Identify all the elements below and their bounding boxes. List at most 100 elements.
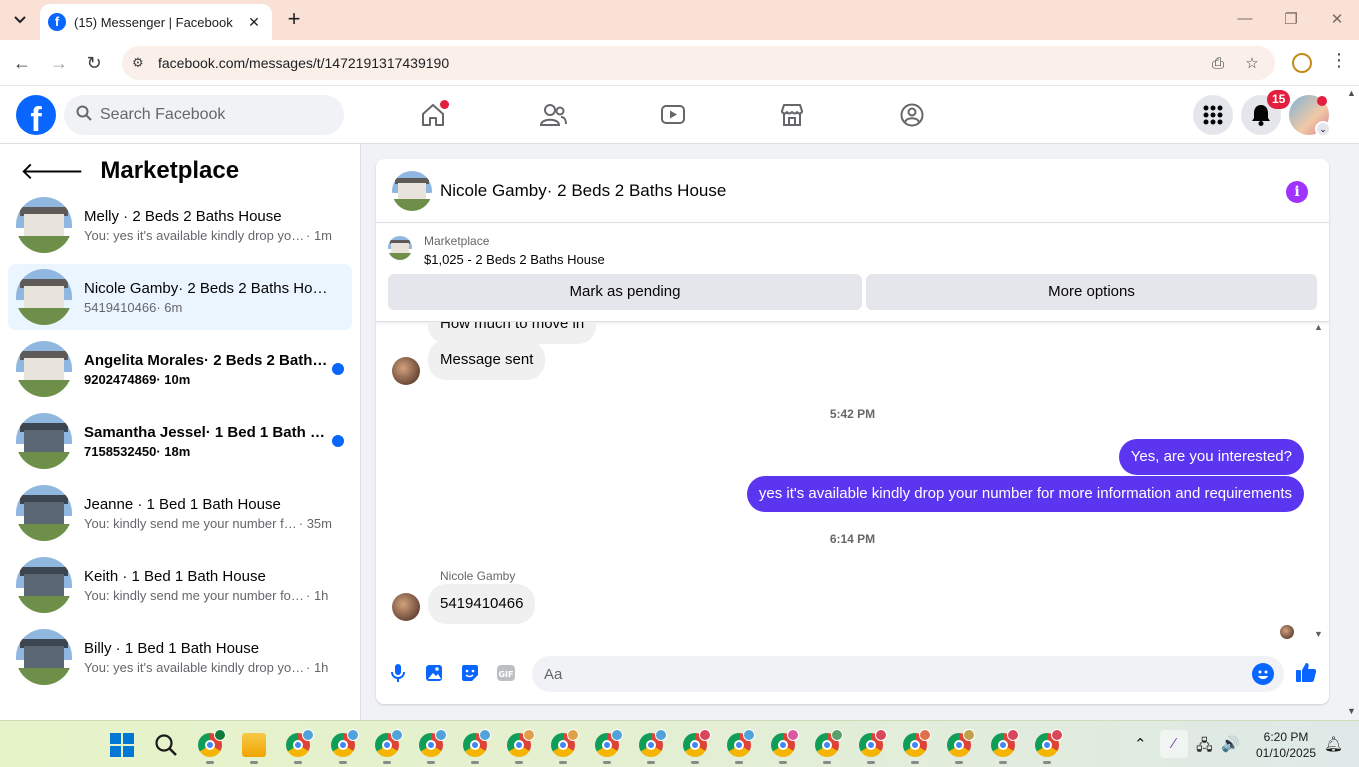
conversation-item[interactable]: Billy · 1 Bed 1 Bath House You: yes it's … [8,624,352,690]
search-icon [76,105,92,126]
chrome-icon[interactable] [859,729,887,757]
account-chevron-icon[interactable]: ⌄ [1315,121,1331,137]
close-window-button[interactable]: ✕ [1327,10,1347,28]
chrome-icon[interactable] [639,729,667,757]
message-input[interactable] [544,665,1224,683]
microphone-icon [391,664,405,682]
conversation-text: Billy · 1 Bed 1 Bath House You: yes it's … [84,640,332,675]
back-button[interactable]: ← [11,52,33,74]
preview-text: You: kindly send me your number for ... [84,587,306,603]
nav-gaming[interactable] [897,100,927,130]
nav-marketplace[interactable] [777,100,807,130]
chrome-icon[interactable] [815,729,843,757]
sender-avatar[interactable] [392,357,420,385]
browser-tab[interactable]: f (15) Messenger | Facebook ✕ [40,4,272,40]
address-bar[interactable]: ⚙ facebook.com/messages/t/14721913174391… [122,46,1275,80]
conversation-item[interactable]: Melly · 2 Beds 2 Baths House You: yes it'… [8,192,352,258]
facebook-search[interactable] [64,95,344,135]
preview-text: 7158532450 [84,443,157,459]
conversation-item[interactable]: Nicole Gamby· 2 Beds 2 Baths House 541941… [8,264,352,330]
facebook-logo-icon[interactable]: f [16,95,56,135]
chrome-icon[interactable] [947,729,975,757]
chrome-icon[interactable] [727,729,755,757]
chrome-icon[interactable] [419,729,447,757]
sticker-icon [462,665,478,681]
bookmark-star-icon[interactable]: ☆ [1241,54,1263,72]
account-notification-dot [1317,96,1327,106]
mark-as-pending-button[interactable]: Mark as pending [388,274,862,310]
chrome-icon[interactable] [903,729,931,757]
nav-friends[interactable] [538,100,568,130]
running-indicator [735,761,743,764]
gif-button[interactable]: GIF [495,662,517,684]
chrome-icon[interactable] [551,729,579,757]
preview-time: · 1m [306,227,332,243]
chrome-icon[interactable] [375,729,403,757]
minimize-button[interactable]: — [1235,10,1255,27]
volume-icon[interactable]: 🔊 [1221,735,1240,753]
conversation-item[interactable]: Angelita Morales· 2 Beds 2 Baths House 92… [8,336,352,402]
network-icon[interactable]: 🖧 [1196,735,1213,760]
listing-title[interactable]: $1,025 - 2 Beds 2 Baths House [424,252,605,267]
forward-button[interactable]: → [48,52,70,74]
taskbar-search-icon[interactable] [154,733,178,763]
like-button[interactable] [1295,661,1317,683]
conversation-text: Angelita Morales· 2 Beds 2 Baths House 92… [84,352,332,387]
menu-button[interactable] [1193,95,1233,135]
conversation-item[interactable]: Samantha Jessel· 1 Bed 1 Bath House 71585… [8,408,352,474]
tab-search-button[interactable] [6,6,34,34]
conversation-item[interactable]: Keith · 1 Bed 1 Bath House You: kindly se… [8,552,352,618]
running-indicator [779,761,787,764]
page-scroll-down-arrow[interactable]: ▼ [1347,706,1356,716]
chrome-icon[interactable] [771,729,799,757]
chrome-icon[interactable] [683,729,711,757]
chrome-icon[interactable] [331,729,359,757]
restore-button[interactable]: ❐ [1281,10,1301,28]
sender-avatar[interactable] [392,593,420,621]
chrome-icon[interactable] [463,729,491,757]
site-settings-icon[interactable]: ⚙ [132,55,148,71]
search-input[interactable] [100,106,320,124]
pen-app-icon[interactable]: ⁄ [1160,730,1188,758]
attach-photo-button[interactable] [423,662,445,684]
voice-clip-button[interactable] [387,662,409,684]
file-explorer-icon[interactable] [242,733,266,757]
message-timestamp: 5:42 PM [829,407,876,421]
conversation-item[interactable]: Jeanne · 1 Bed 1 Bath House You: kindly s… [8,480,352,546]
chrome-icon[interactable] [198,729,226,757]
scroll-up-arrow[interactable]: ▲ [1314,322,1323,332]
new-tab-button[interactable]: + [282,8,306,32]
show-hidden-icons[interactable]: ⌃ [1134,735,1147,753]
chrome-icon[interactable] [595,729,623,757]
page-scroll-up-arrow[interactable]: ▲ [1347,88,1356,98]
install-app-icon[interactable]: ⎙ [1207,55,1229,72]
more-options-button[interactable]: More options [866,274,1317,310]
tab-close-icon[interactable]: ✕ [244,14,264,31]
chrome-icon[interactable] [286,729,314,757]
taskbar-clock[interactable]: 6:20 PM 01/10/2025 [1256,729,1316,761]
marketplace-listing-bar: Marketplace $1,025 - 2 Beds 2 Baths Hous… [376,224,1329,322]
notification-bell-icon[interactable]: 🔔︎ [1324,735,1343,753]
windows-start-icon[interactable] [110,733,134,757]
scroll-down-arrow[interactable]: ▼ [1314,629,1323,639]
emoji-button[interactable] [1252,663,1274,685]
chat-title[interactable]: Nicole Gamby· 2 Beds 2 Baths House [440,181,726,201]
sticker-button[interactable] [459,662,481,684]
back-arrow-icon[interactable]: 🡐 [20,156,84,186]
reload-button[interactable]: ↻ [83,52,105,74]
running-indicator [250,761,258,764]
nav-video[interactable] [658,100,688,130]
url-text[interactable]: facebook.com/messages/t/1472191317439190 [158,55,1207,71]
conversation-thumbnail [16,485,72,541]
chrome-icon[interactable] [991,729,1019,757]
chrome-icon[interactable] [1035,729,1063,757]
conversation-text: Nicole Gamby· 2 Beds 2 Baths House 541941… [84,280,332,315]
browser-profile-icon[interactable] [1292,53,1312,73]
chat-avatar[interactable] [392,170,432,211]
info-icon[interactable]: i [1286,181,1308,203]
listing-thumbnail[interactable] [388,236,412,260]
message-input-wrapper[interactable] [532,656,1284,692]
browser-menu-icon[interactable]: ⋮ [1330,50,1348,71]
chrome-icon[interactable] [507,729,535,757]
conversation-thumbnail [16,197,72,253]
